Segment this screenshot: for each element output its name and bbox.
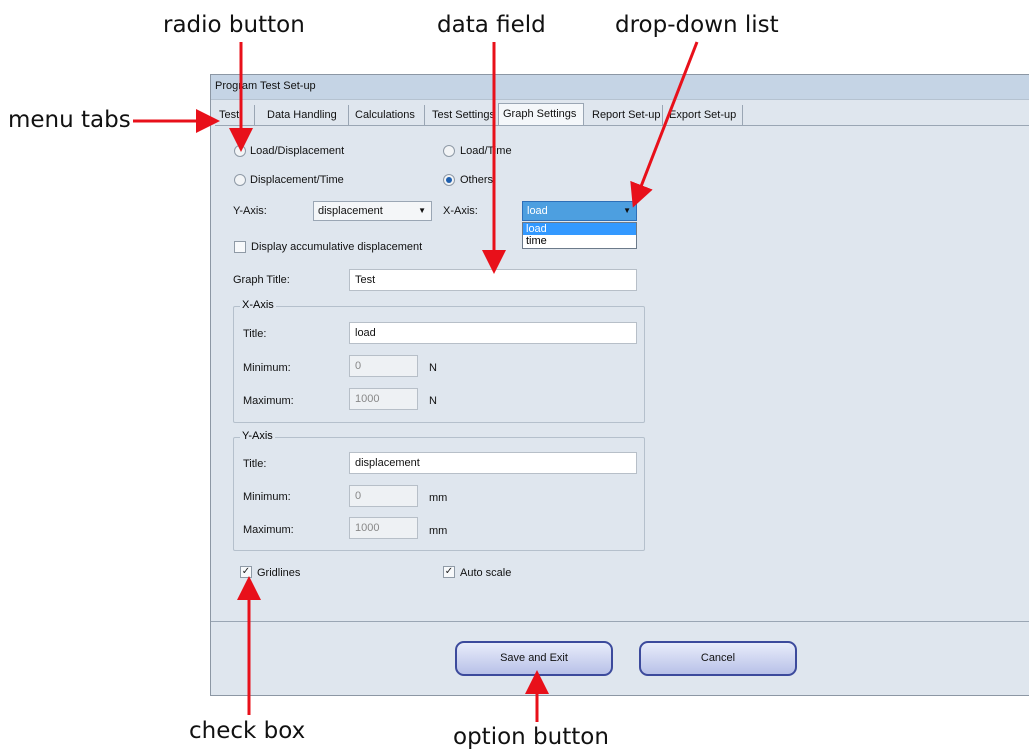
arrow-drop-down-list <box>630 41 699 208</box>
annotation-arrows <box>133 41 699 722</box>
